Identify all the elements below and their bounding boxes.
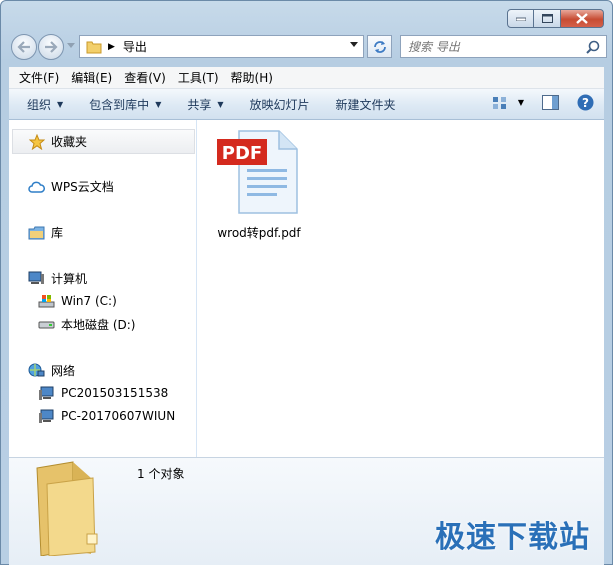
menu-file[interactable]: 文件(F) bbox=[14, 69, 64, 86]
view-options-caret-icon[interactable]: ▼ bbox=[518, 98, 524, 107]
forward-arrow-icon bbox=[45, 41, 58, 53]
refresh-button[interactable] bbox=[367, 35, 392, 58]
nav-network[interactable]: 网络 bbox=[27, 362, 75, 379]
maximize-button[interactable] bbox=[534, 9, 561, 28]
organize-label: 组织 bbox=[27, 97, 52, 112]
view-options-icon[interactable] bbox=[492, 95, 508, 111]
search-input[interactable] bbox=[408, 39, 588, 54]
help-icon[interactable]: ? bbox=[577, 94, 594, 111]
new-folder-button[interactable]: 新建文件夹 bbox=[336, 96, 396, 113]
star-icon bbox=[29, 133, 45, 150]
organize-button[interactable]: 组织 ▼ bbox=[27, 96, 63, 113]
main-area: 收藏夹 WPS云文档 库 计算机 Win7 (C:) 本地磁盘 (D:) 网络 … bbox=[9, 120, 604, 457]
nav-pc-2[interactable]: PC-20170607WIUN bbox=[37, 408, 175, 424]
navigation-row: ▶ 导出 bbox=[9, 33, 607, 61]
menu-view[interactable]: 查看(V) bbox=[119, 69, 171, 86]
file-item[interactable]: PDF wrod转pdf.pdf bbox=[213, 129, 305, 241]
computer-label: 计算机 bbox=[51, 272, 88, 286]
libraries-label: 库 bbox=[51, 226, 64, 240]
drive-c-label: Win7 (C:) bbox=[61, 294, 117, 308]
share-button[interactable]: 共享 ▼ bbox=[187, 96, 223, 113]
back-button[interactable] bbox=[11, 34, 37, 60]
include-in-library-button[interactable]: 包含到库中 ▼ bbox=[89, 96, 161, 113]
nav-computer[interactable]: 计算机 bbox=[27, 270, 87, 287]
menu-bar: 文件(F) 编辑(E) 查看(V) 工具(T) 帮助(H) bbox=[9, 67, 604, 89]
close-icon bbox=[576, 13, 588, 24]
drive-d-label: 本地磁盘 (D:) bbox=[61, 318, 136, 332]
item-count: 1 个对象 bbox=[137, 467, 185, 481]
caption-buttons bbox=[507, 9, 604, 28]
network-icon bbox=[27, 363, 45, 379]
svg-text:?: ? bbox=[582, 96, 589, 110]
share-label: 共享 bbox=[187, 97, 212, 112]
watermark-text: 极速下载站 bbox=[435, 520, 590, 555]
search-box[interactable] bbox=[400, 35, 607, 58]
disk-drive-icon bbox=[37, 317, 55, 333]
address-bar[interactable]: ▶ 导出 bbox=[79, 35, 364, 58]
minimize-icon bbox=[515, 17, 526, 21]
pc-2-label: PC-20170607WIUN bbox=[61, 409, 176, 423]
wps-cloud-label: WPS云文档 bbox=[51, 180, 114, 194]
library-icon bbox=[27, 225, 45, 241]
menu-edit[interactable]: 编辑(E) bbox=[66, 69, 117, 86]
preview-pane-icon[interactable] bbox=[542, 95, 559, 110]
navigation-pane: 收藏夹 WPS云文档 库 计算机 Win7 (C:) 本地磁盘 (D:) 网络 … bbox=[9, 120, 197, 457]
command-bar: 组织 ▼ 包含到库中 ▼ 共享 ▼ 放映幻灯片 新建文件夹 ▼ ? bbox=[9, 89, 604, 120]
breadcrumb-arrow-icon[interactable]: ▶ bbox=[108, 42, 115, 52]
recent-pages-dropdown-icon[interactable] bbox=[67, 43, 75, 49]
new-folder-label: 新建文件夹 bbox=[335, 97, 396, 112]
maximize-icon bbox=[541, 14, 553, 23]
network-computer-icon bbox=[37, 385, 55, 401]
share-caret-icon: ▼ bbox=[217, 99, 224, 109]
pdf-file-icon: PDF bbox=[217, 130, 298, 214]
cloud-icon bbox=[27, 179, 45, 195]
organize-caret-icon: ▼ bbox=[57, 99, 64, 109]
refresh-icon bbox=[373, 40, 386, 53]
nav-libraries[interactable]: 库 bbox=[27, 224, 63, 241]
computer-icon bbox=[27, 271, 45, 287]
folder-icon bbox=[86, 41, 102, 53]
network-computer-icon bbox=[37, 408, 55, 424]
system-drive-icon bbox=[37, 293, 55, 309]
slideshow-label: 放映幻灯片 bbox=[249, 97, 310, 112]
nav-wps-cloud[interactable]: WPS云文档 bbox=[27, 178, 114, 195]
file-name: wrod转pdf.pdf bbox=[217, 226, 301, 240]
explorer-window: ▶ 导出 文件(F) 编辑(E) 查看(V) 工具(T) 帮助(H) 组织 ▼ … bbox=[0, 0, 613, 565]
folder-large-icon bbox=[36, 461, 98, 556]
close-button[interactable] bbox=[561, 9, 604, 28]
address-dropdown-icon[interactable] bbox=[350, 42, 358, 48]
pc-1-label: PC201503151538 bbox=[61, 386, 169, 400]
favorites-label: 收藏夹 bbox=[51, 135, 88, 149]
file-list: PDF wrod转pdf.pdf bbox=[198, 120, 604, 457]
nav-pc-1[interactable]: PC201503151538 bbox=[37, 385, 168, 401]
nav-favorites[interactable]: 收藏夹 bbox=[12, 129, 195, 154]
menu-tools[interactable]: 工具(T) bbox=[173, 69, 224, 86]
forward-button[interactable] bbox=[38, 34, 64, 60]
nav-drive-c[interactable]: Win7 (C:) bbox=[37, 293, 117, 309]
menu-help[interactable]: 帮助(H) bbox=[226, 69, 278, 86]
slideshow-button[interactable]: 放映幻灯片 bbox=[250, 96, 310, 113]
include-in-library-label: 包含到库中 bbox=[89, 97, 150, 112]
network-label: 网络 bbox=[51, 364, 76, 378]
toolbar-right: ▼ ? bbox=[492, 94, 594, 111]
address-path[interactable]: 导出 bbox=[123, 38, 147, 55]
back-arrow-icon bbox=[17, 41, 30, 53]
include-caret-icon: ▼ bbox=[155, 99, 162, 109]
pdf-badge-text: PDF bbox=[222, 143, 262, 164]
details-pane: 1 个对象 极速下载站 bbox=[9, 457, 604, 565]
nav-drive-d[interactable]: 本地磁盘 (D:) bbox=[37, 316, 135, 333]
search-icon[interactable] bbox=[586, 40, 600, 54]
minimize-button[interactable] bbox=[507, 9, 534, 28]
